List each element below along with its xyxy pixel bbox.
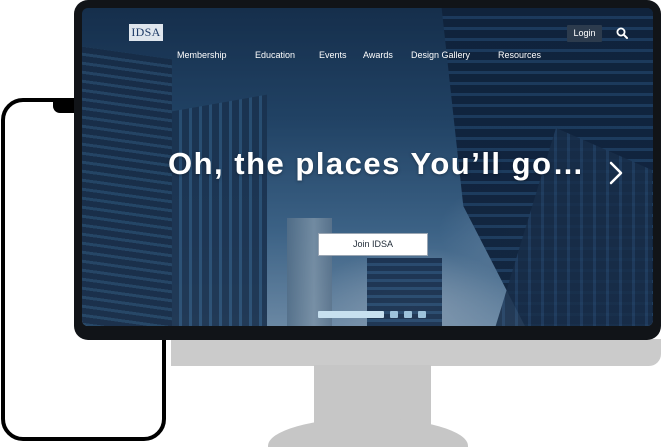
nav-item-membership[interactable]: Membership <box>177 50 227 60</box>
join-idsa-button[interactable]: Join IDSA <box>318 233 428 256</box>
nav-item-resources[interactable]: Resources <box>498 50 541 60</box>
site-logo[interactable]: IDSA <box>129 24 163 41</box>
main-nav: Membership Education Events Awards Desig… <box>82 50 653 64</box>
slide-indicator[interactable] <box>390 311 398 318</box>
desktop-monitor: IDSA Login Membership Education Events A… <box>74 0 661 340</box>
nav-item-education[interactable]: Education <box>255 50 295 60</box>
slide-indicator-active[interactable] <box>318 311 384 318</box>
hero-headline: Oh, the places You’ll go… <box>168 146 586 181</box>
slide-indicator[interactable] <box>418 311 426 318</box>
nav-item-design-gallery[interactable]: Design Gallery <box>411 50 470 60</box>
chevron-right-icon[interactable] <box>608 160 624 186</box>
website-screen: IDSA Login Membership Education Events A… <box>82 8 653 326</box>
search-icon[interactable] <box>616 27 628 39</box>
monitor-stand-base <box>268 418 468 447</box>
login-button[interactable]: Login <box>567 25 602 42</box>
monitor-chin <box>171 339 661 366</box>
nav-item-events[interactable]: Events <box>319 50 347 60</box>
slide-indicator[interactable] <box>404 311 412 318</box>
nav-item-awards[interactable]: Awards <box>363 50 393 60</box>
